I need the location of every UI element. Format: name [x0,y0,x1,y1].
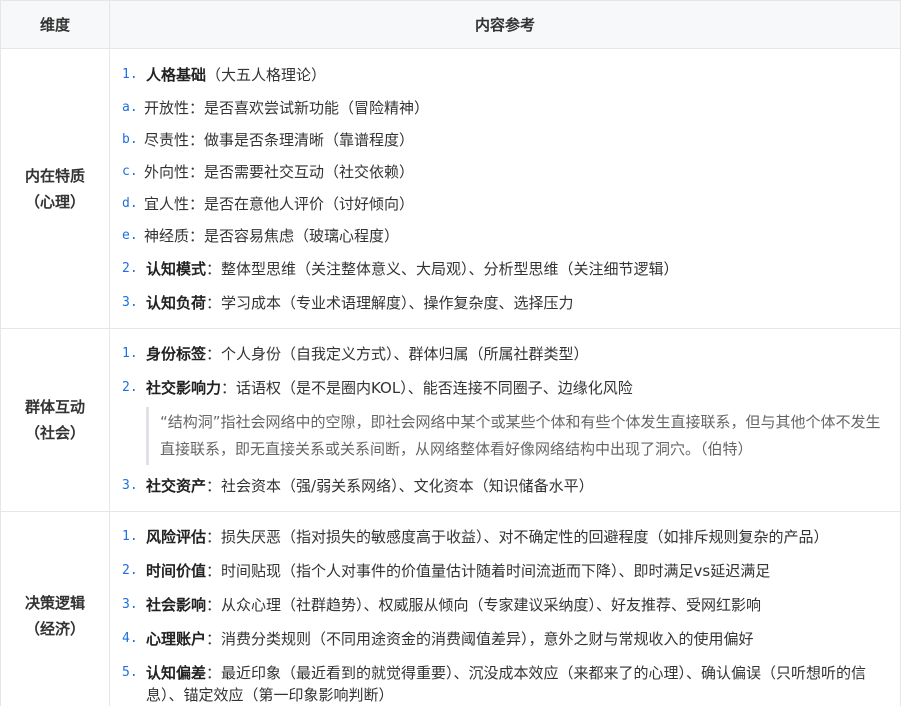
sub-list-item: b. 尽责性：做事是否条理清晰（靠谱程度） [122,124,890,156]
sub-list-letter: b. [122,132,138,147]
item-label: 认知模式 [146,260,207,278]
dimension-cell: 决策逻辑 （经济） [0,511,110,706]
list-number: 2. [122,380,138,395]
item-label: 社交资产 [146,477,207,495]
sub-list-letter: e. [122,228,138,243]
list-item: 4. 心理账户：消费分类规则（不同用途资金的消费阈值差异），意外之财与常规收入的… [122,622,890,656]
blockquote: “结构洞”指社会网络中的空隙，即社会网络中某个或某些个体和有些个体发生直接联系，… [146,407,890,465]
list-number: 4. [122,631,138,646]
list-number: 3. [122,478,138,493]
list-item: 2. 时间价值：时间贴现（指个人对事件的价值量估计随着时间流逝而下降）、即时满足… [122,554,890,588]
sub-item-text: 开放性：是否喜欢尝试新功能（冒险精神） [144,99,430,117]
content-cell: 1. 风险评估：损失厌恶（指对损失的敏感度高于收益）、对不确定性的回避程度（如排… [109,511,901,706]
list-item: 3. 社会影响：从众心理（社群趋势）、权威服从倾向（专家建议采纳度）、好友推荐、… [122,588,890,622]
list-number: 3. [122,597,138,612]
list-item: 1. 身份标签：个人身份（自我定义方式）、群体归属（所属社群类型） [122,337,890,371]
sub-item-text: 外向性：是否需要社交互动（社交依赖） [144,163,415,181]
item-label: 身份标签 [146,345,207,363]
sub-item-text: 尽责性：做事是否条理清晰（靠谱程度） [144,131,415,149]
list-number: 3. [122,295,138,310]
table-header-row: 维度 内容参考 [0,0,901,49]
sub-list-letter: a. [122,100,138,115]
item-text: ：从众心理（社群趋势）、权威服从倾向（专家建议采纳度）、好友推荐、受网红影响 [206,596,762,614]
sub-list-letter: c. [122,164,138,179]
list-number: 1. [122,67,138,82]
item-label: 认知负荷 [146,294,207,312]
list-number: 2. [122,261,138,276]
item-label: 人格基础 [146,66,207,84]
header-dimension: 维度 [0,0,110,49]
item-label: 风险评估 [146,528,207,546]
list-item: 3. 认知负荷：学习成本（专业术语理解度）、操作复杂度、选择压力 [122,286,890,320]
sub-item-text: 神经质：是否容易焦虑（玻璃心程度） [144,227,400,245]
item-label: 心理账户 [146,630,207,648]
item-text: ：个人身份（自我定义方式）、群体归属（所属社群类型） [206,345,589,363]
item-text: ：话语权（是不是圈内KOL）、能否连接不同圈子、边缘化风险 [221,379,633,397]
item-label: 社会影响 [146,596,207,614]
sub-list-item: d. 宜人性：是否在意他人评价（讨好倾向） [122,188,890,220]
sub-list-item: c. 外向性：是否需要社交互动（社交依赖） [122,156,890,188]
list-item: 2. 社交影响力：话语权（是不是圈内KOL）、能否连接不同圈子、边缘化风险 [122,371,890,405]
table-row: 决策逻辑 （经济） 1. 风险评估：损失厌恶（指对损失的敏感度高于收益）、对不确… [0,511,901,706]
list-number: 1. [122,529,138,544]
item-text: ：损失厌恶（指对损失的敏感度高于收益）、对不确定性的回避程度（如排斥规则复杂的产… [206,528,829,546]
list-item: 2. 认知模式：整体型思维（关注整体意义、大局观）、分析型思维（关注细节逻辑） [122,252,890,286]
list-item: 1. 人格基础（大五人格理论） [122,58,890,92]
list-item: 3. 社交资产：社会资本（强/弱关系网络）、文化资本（知识储备水平） [122,469,890,503]
sub-list-item: a. 开放性：是否喜欢尝试新功能（冒险精神） [122,92,890,124]
item-text: ：最近印象（最近看到的就觉得重要）、沉没成本效应（来都来了的心理）、确认偏误（只… [146,664,867,704]
item-label: 时间价值 [146,562,207,580]
list-item: 5. 认知偏差：最近印象（最近看到的就觉得重要）、沉没成本效应（来都来了的心理）… [122,656,890,706]
list-number: 1. [122,346,138,361]
dimension-title: 内在特质 [24,166,85,185]
content-cell: 1. 身份标签：个人身份（自我定义方式）、群体归属（所属社群类型） 2. 社交影… [109,328,901,512]
item-label: 社交影响力 [146,379,222,397]
table-row: 内在特质 （心理） 1. 人格基础（大五人格理论） a. 开放性：是否喜欢尝试新… [0,48,901,329]
dimension-subtitle: （经济） [24,620,85,638]
item-text: ：时间贴现（指个人对事件的价值量估计随着时间流逝而下降）、即时满足vs延迟满足 [206,562,771,580]
table-row: 群体互动 （社会） 1. 身份标签：个人身份（自我定义方式）、群体归属（所属社群… [0,328,901,512]
dimension-subtitle: （心理） [24,192,85,211]
content-table: 维度 内容参考 内在特质 （心理） 1. 人格基础（大五人格理论） a. 开放性… [0,0,901,706]
item-label: 认知偏差 [146,664,207,682]
dimension-title: 群体互动 [24,398,85,416]
list-number: 2. [122,563,138,578]
dimension-cell: 群体互动 （社会） [0,328,110,512]
sub-list-item: e. 神经质：是否容易焦虑（玻璃心程度） [122,220,890,252]
content-cell: 1. 人格基础（大五人格理论） a. 开放性：是否喜欢尝试新功能（冒险精神） b… [109,48,901,329]
item-text: ：社会资本（强/弱关系网络）、文化资本（知识储备水平） [206,477,594,495]
list-item: 1. 风险评估：损失厌恶（指对损失的敏感度高于收益）、对不确定性的回避程度（如排… [122,520,890,554]
dimension-subtitle: （社会） [24,424,85,442]
list-number: 5. [122,665,138,680]
sub-item-text: 宜人性：是否在意他人评价（讨好倾向） [144,195,415,213]
sub-list-letter: d. [122,196,138,211]
dimension-title: 决策逻辑 [24,594,85,612]
item-text: ：消费分类规则（不同用途资金的消费阈值差异），意外之财与常规收入的使用偏好 [206,630,754,648]
header-content: 内容参考 [109,0,901,49]
item-text: （大五人格理论） [206,66,327,84]
dimension-cell: 内在特质 （心理） [0,48,110,329]
item-text: ：学习成本（专业术语理解度）、操作复杂度、选择压力 [206,294,574,312]
item-text: ：整体型思维（关注整体意义、大局观）、分析型思维（关注细节逻辑） [206,260,679,278]
